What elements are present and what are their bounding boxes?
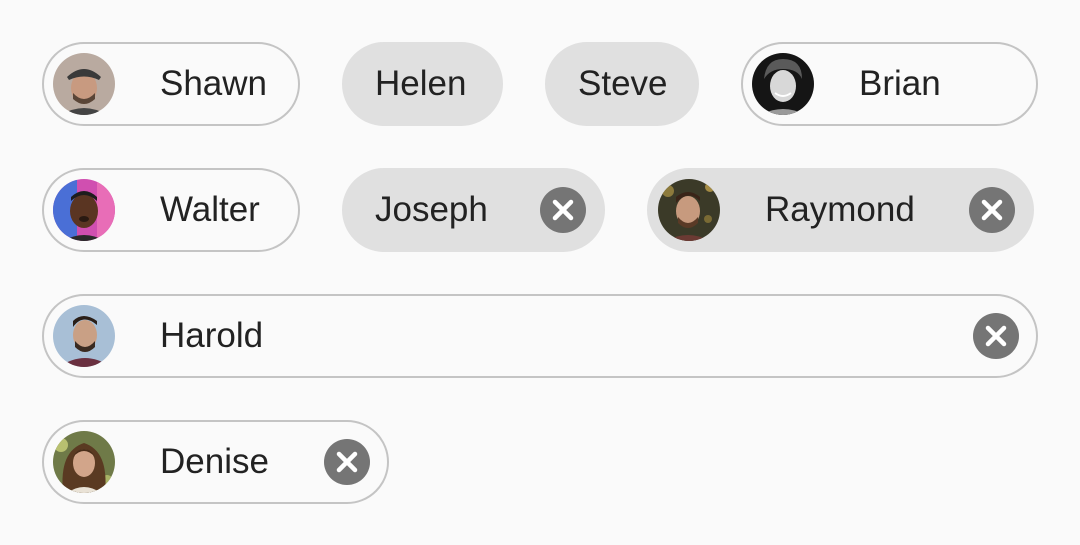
chip-label: Walter xyxy=(160,190,260,229)
close-icon[interactable] xyxy=(973,313,1019,359)
chip-raymond[interactable]: Raymond xyxy=(647,168,1034,252)
avatar xyxy=(53,431,115,493)
chip-label: Shawn xyxy=(160,64,268,103)
chip-label: Raymond xyxy=(765,190,915,229)
avatar xyxy=(752,53,814,115)
chip-brian[interactable]: Brian xyxy=(741,42,1038,126)
close-icon[interactable] xyxy=(969,187,1015,233)
close-icon[interactable] xyxy=(540,187,586,233)
chip-denise[interactable]: Denise xyxy=(42,420,389,504)
chip-label: Helen xyxy=(375,64,467,103)
chip-steve[interactable]: Steve xyxy=(545,42,699,126)
chip-walter[interactable]: Walter xyxy=(42,168,300,252)
avatar xyxy=(53,53,115,115)
chip-label: Harold xyxy=(160,316,264,355)
chip-label: Steve xyxy=(578,64,668,103)
chip-shawn[interactable]: Shawn xyxy=(42,42,300,126)
chip-label: Brian xyxy=(859,64,941,103)
avatar xyxy=(658,179,720,241)
chip-harold[interactable]: Harold xyxy=(42,294,1038,378)
chip-joseph[interactable]: Joseph xyxy=(342,168,605,252)
chip-label: Joseph xyxy=(375,190,488,229)
avatar xyxy=(53,179,115,241)
avatar xyxy=(53,305,115,367)
chip-label: Denise xyxy=(160,442,269,481)
close-icon[interactable] xyxy=(324,439,370,485)
chip-helen[interactable]: Helen xyxy=(342,42,503,126)
